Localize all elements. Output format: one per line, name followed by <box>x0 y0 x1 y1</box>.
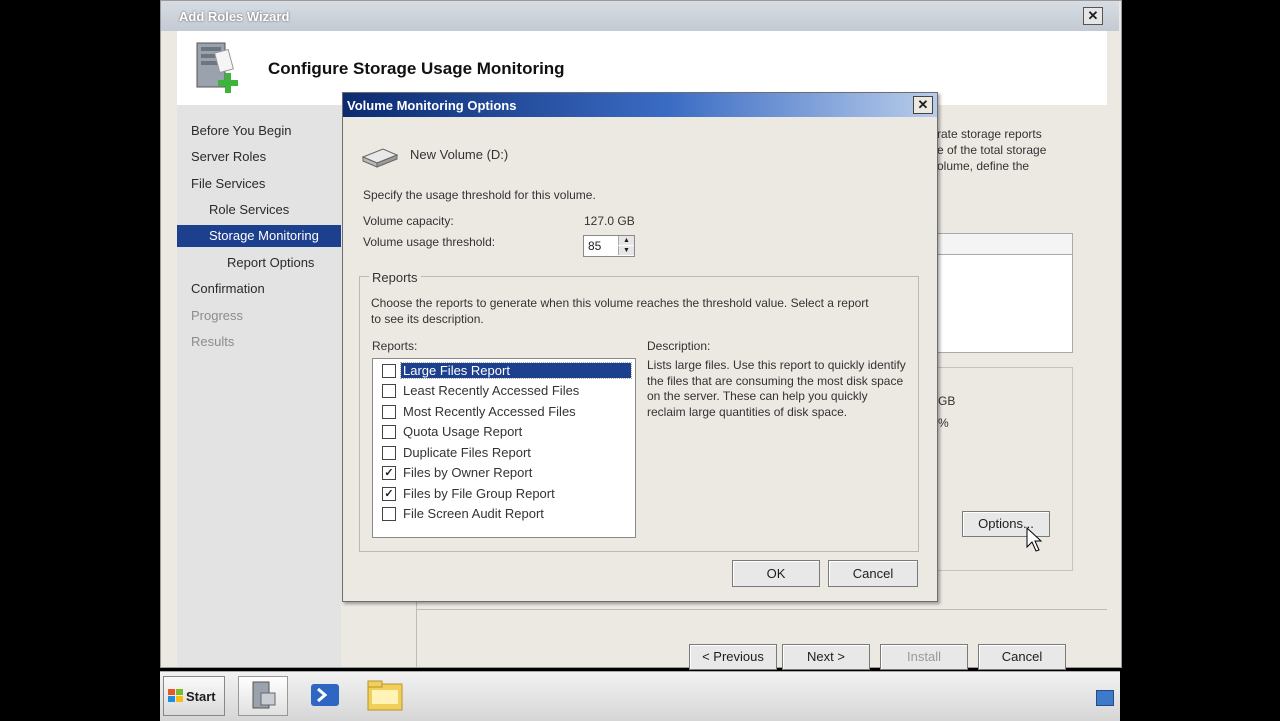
report-list[interactable]: Large Files Report Least Recently Access… <box>372 358 636 538</box>
start-label: Start <box>186 689 216 704</box>
report-item-large-files[interactable]: Large Files Report <box>373 361 633 381</box>
bg-text-gb: GB <box>938 394 956 408</box>
report-checkbox[interactable] <box>382 446 396 460</box>
capacity-value: 127.0 GB <box>584 214 635 228</box>
windows-logo-icon <box>168 689 183 702</box>
report-item-files-by-owner[interactable]: ✓ Files by Owner Report <box>373 463 633 483</box>
report-label: Most Recently Accessed Files <box>403 404 576 419</box>
report-checkbox-checked[interactable]: ✓ <box>382 487 396 501</box>
threshold-value: 85 <box>588 239 602 253</box>
capacity-label: Volume capacity: <box>363 214 454 228</box>
report-checkbox[interactable] <box>382 405 396 419</box>
report-label: Duplicate Files Report <box>403 445 531 460</box>
page-title: Configure Storage Usage Monitoring <box>268 59 565 78</box>
report-item-quota-usage[interactable]: Quota Usage Report <box>373 422 633 442</box>
spinner-up-icon[interactable]: ▲ <box>618 236 634 245</box>
bg-text-1: rate storage reports <box>937 127 1042 141</box>
report-item-file-screen-audit[interactable]: File Screen Audit Report <box>373 504 633 524</box>
description-label: Description: <box>647 339 711 353</box>
report-label: Quota Usage Report <box>403 424 523 439</box>
volume-details-group: GB % <box>937 367 1073 571</box>
nav-confirmation[interactable]: Confirmation <box>191 281 265 296</box>
dialog-cancel-button[interactable]: Cancel <box>828 560 918 587</box>
nav-progress: Progress <box>191 308 244 323</box>
wizard-title: Add Roles Wizard <box>179 9 290 24</box>
dialog-title: Volume Monitoring Options <box>347 98 517 113</box>
drive-icon <box>361 148 399 168</box>
report-item-most-recently-accessed[interactable]: Most Recently Accessed Files <box>373 402 633 422</box>
nav-report-options[interactable]: Report Options <box>227 255 314 270</box>
footer-divider <box>417 609 1107 610</box>
server-manager-icon[interactable] <box>238 676 288 716</box>
install-button: Install <box>880 644 968 670</box>
reports-list-label: Reports: <box>372 339 418 353</box>
wizard-close-button[interactable]: ✕ <box>1083 7 1103 25</box>
report-label: Files by File Group Report <box>403 486 555 501</box>
volume-name: New Volume (D:) <box>410 147 509 162</box>
report-label: File Screen Audit Report <box>403 506 544 521</box>
nav-before-you-begin[interactable]: Before You Begin <box>191 123 291 138</box>
volume-list[interactable] <box>937 233 1073 353</box>
dialog-close-button[interactable]: ✕ <box>913 96 933 114</box>
wizard-cancel-button[interactable]: Cancel <box>978 644 1066 670</box>
report-checkbox[interactable] <box>382 364 396 378</box>
tray-network-icon[interactable] <box>1096 690 1114 706</box>
dialog-titlebar[interactable]: Volume Monitoring Options ✕ <box>343 93 937 117</box>
mouse-cursor-icon <box>1026 527 1042 552</box>
report-label: Least Recently Accessed Files <box>403 383 580 398</box>
bg-text-3: olume, define the <box>937 159 1030 173</box>
threshold-instruction: Specify the usage threshold for this vol… <box>363 188 596 202</box>
server-roles-icon <box>196 42 238 93</box>
report-item-duplicate-files[interactable]: Duplicate Files Report <box>373 443 633 463</box>
volume-monitoring-options-dialog: Volume Monitoring Options ✕ New Volume (… <box>342 92 938 602</box>
threshold-spinner[interactable]: 85 ▲ ▼ <box>583 235 635 257</box>
nav-server-roles[interactable]: Server Roles <box>191 149 266 164</box>
report-item-least-recently-accessed[interactable]: Least Recently Accessed Files <box>373 381 633 401</box>
nav-results: Results <box>191 334 235 349</box>
report-description: Lists large files. Use this report to qu… <box>647 358 906 419</box>
ok-button[interactable]: OK <box>732 560 820 587</box>
powershell-icon[interactable] <box>302 676 350 714</box>
previous-button[interactable]: < Previous <box>689 644 777 670</box>
nav-role-services[interactable]: Role Services <box>209 202 289 217</box>
report-checkbox-checked[interactable]: ✓ <box>382 466 396 480</box>
reports-instruction-2: to see its description. <box>371 312 484 326</box>
threshold-label: Volume usage threshold: <box>363 235 496 249</box>
report-checkbox[interactable] <box>382 507 396 521</box>
nav-storage-monitoring-label: Storage Monitoring <box>209 228 319 243</box>
next-button[interactable]: Next > <box>782 644 870 670</box>
bg-text-2: e of the total storage <box>937 143 1047 157</box>
report-checkbox[interactable] <box>382 425 396 439</box>
report-checkbox[interactable] <box>382 384 396 398</box>
wizard-nav: Before You Begin Server Roles File Servi… <box>177 105 341 667</box>
nav-storage-monitoring[interactable]: Storage Monitoring <box>177 225 341 247</box>
bg-text-pct: % <box>938 416 949 430</box>
taskbar: Start <box>160 671 1120 721</box>
start-button[interactable]: Start <box>163 676 225 716</box>
nav-file-services[interactable]: File Services <box>191 176 265 191</box>
report-item-files-by-file-group[interactable]: ✓ Files by File Group Report <box>373 484 633 504</box>
reports-group-title: Reports <box>369 270 421 285</box>
report-label: Large Files Report <box>400 362 632 379</box>
wizard-titlebar[interactable]: Add Roles Wizard ✕ <box>161 1 1119 31</box>
reports-instruction-1: Choose the reports to generate when this… <box>371 296 869 310</box>
spinner-down-icon[interactable]: ▼ <box>618 246 634 255</box>
report-label: Files by Owner Report <box>403 465 533 480</box>
explorer-folder-icon[interactable] <box>362 676 410 714</box>
